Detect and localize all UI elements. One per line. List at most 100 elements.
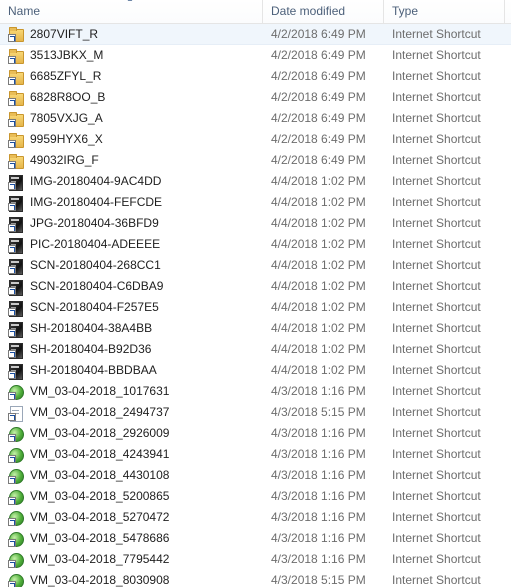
file-type-cell: Internet Shortcut bbox=[392, 237, 481, 251]
file-row[interactable]: 49032IRG_F 4/2/2018 6:49 PM Internet Short… bbox=[0, 150, 511, 171]
date-modified-cell: 4/4/2018 1:02 PM bbox=[271, 258, 366, 272]
file-name-cell[interactable]: 7805VXJG_A bbox=[0, 108, 263, 129]
file-name-cell[interactable]: 6828R8OO_B bbox=[0, 87, 263, 108]
file-name-label: IMG-20180404-9AC4DD bbox=[30, 174, 162, 188]
shortcut-arrow-icon bbox=[8, 223, 16, 232]
date-modified-cell: 4/2/2018 6:49 PM bbox=[271, 27, 366, 41]
shortcut-arrow-icon bbox=[8, 34, 16, 42]
image-shortcut-icon bbox=[8, 342, 24, 359]
column-header-date-modified[interactable]: Date modified bbox=[263, 0, 384, 23]
file-row[interactable]: VM_03-04-2018_5478686 4/3/2018 1:16 PM Int… bbox=[0, 528, 511, 549]
file-name-cell[interactable]: 2807VIFT_R bbox=[0, 24, 263, 44]
globe-shortcut-icon bbox=[8, 552, 24, 568]
file-row[interactable]: VM_03-04-2018_4243941 4/3/2018 1:16 PM Int… bbox=[0, 444, 511, 465]
file-name-cell[interactable]: SH-20180404-BBDBAA bbox=[0, 360, 263, 381]
shortcut-arrow-icon bbox=[8, 559, 16, 568]
file-row[interactable]: 6685ZFYL_R 4/2/2018 6:49 PM Internet Short… bbox=[0, 66, 511, 87]
file-row[interactable]: VM_03-04-2018_1017631 4/3/2018 1:16 PM Int… bbox=[0, 381, 511, 402]
file-name-label: 9959HYX6_X bbox=[30, 132, 103, 146]
file-row[interactable]: JPG-20180404-36BFD9 4/4/2018 1:02 PM Inter… bbox=[0, 213, 511, 234]
shortcut-arrow-icon bbox=[8, 517, 16, 526]
shortcut-arrow-icon bbox=[8, 160, 16, 169]
file-name-cell[interactable]: VM_03-04-2018_5270472 bbox=[0, 507, 263, 528]
file-row[interactable]: VM_03-04-2018_5200865 4/3/2018 1:16 PM Int… bbox=[0, 486, 511, 507]
shortcut-arrow-icon bbox=[8, 349, 16, 358]
file-row[interactable]: VM_03-04-2018_2926009 4/3/2018 1:16 PM Int… bbox=[0, 423, 511, 444]
image-shortcut-icon bbox=[8, 321, 24, 338]
file-name-cell[interactable]: PIC-20180404-ADEEEE bbox=[0, 234, 263, 255]
image-shortcut-icon bbox=[8, 174, 24, 191]
file-row[interactable]: SCN-20180404-268CC1 4/4/2018 1:02 PM Inter… bbox=[0, 255, 511, 276]
file-name-cell[interactable]: SH-20180404-B92D36 bbox=[0, 339, 263, 360]
file-row[interactable]: IMG-20180404-9AC4DD 4/4/2018 1:02 PM Inter… bbox=[0, 171, 511, 192]
date-modified-cell: 4/4/2018 1:02 PM bbox=[271, 363, 366, 377]
file-row[interactable]: VM_03-04-2018_5270472 4/3/2018 1:16 PM Int… bbox=[0, 507, 511, 528]
file-name-cell[interactable]: VM_03-04-2018_1017631 bbox=[0, 381, 263, 402]
date-modified-cell: 4/3/2018 1:16 PM bbox=[271, 384, 366, 398]
file-name-cell[interactable]: VM_03-04-2018_5478686 bbox=[0, 528, 263, 549]
shortcut-arrow-icon bbox=[8, 307, 16, 316]
file-name-label: 6685ZFYL_R bbox=[30, 69, 102, 83]
column-header-name[interactable]: ▲ Name bbox=[0, 0, 263, 23]
file-type-cell: Internet Shortcut bbox=[392, 48, 481, 62]
page-shortcut-icon bbox=[8, 405, 24, 422]
file-row[interactable]: 2807VIFT_R 4/2/2018 6:49 PM Internet Short… bbox=[0, 24, 511, 45]
file-name-label: SCN-20180404-268CC1 bbox=[30, 258, 161, 272]
image-shortcut-icon bbox=[8, 258, 24, 275]
column-header-filler bbox=[505, 0, 511, 23]
file-name-cell[interactable]: IMG-20180404-FEFCDE bbox=[0, 192, 263, 213]
shortcut-arrow-icon bbox=[8, 538, 16, 547]
file-name-cell[interactable]: IMG-20180404-9AC4DD bbox=[0, 171, 263, 192]
folder-shortcut-icon bbox=[8, 111, 24, 127]
file-name-label: SCN-20180404-F257E5 bbox=[30, 300, 159, 314]
file-name-cell[interactable]: VM_03-04-2018_8030908 bbox=[0, 570, 263, 587]
file-name-cell[interactable]: JPG-20180404-36BFD9 bbox=[0, 213, 263, 234]
file-type-cell: Internet Shortcut bbox=[392, 426, 481, 440]
file-name-cell[interactable]: VM_03-04-2018_4430108 bbox=[0, 465, 263, 486]
file-type-cell: Internet Shortcut bbox=[392, 279, 481, 293]
file-row[interactable]: VM_03-04-2018_7795442 4/3/2018 1:16 PM Int… bbox=[0, 549, 511, 570]
file-row[interactable]: SH-20180404-B92D36 4/4/2018 1:02 PM Intern… bbox=[0, 339, 511, 360]
file-row[interactable]: SCN-20180404-C6DBA9 4/4/2018 1:02 PM Inter… bbox=[0, 276, 511, 297]
date-modified-cell: 4/3/2018 1:16 PM bbox=[271, 510, 366, 524]
file-name-cell[interactable]: VM_03-04-2018_5200865 bbox=[0, 486, 263, 507]
file-name-label: 2807VIFT_R bbox=[30, 26, 99, 41]
date-modified-cell: 4/3/2018 1:16 PM bbox=[271, 489, 366, 503]
image-shortcut-icon bbox=[8, 216, 24, 233]
file-row[interactable]: 3513JBKX_M 4/2/2018 6:49 PM Internet Short… bbox=[0, 45, 511, 66]
file-type-cell: Internet Shortcut bbox=[392, 384, 481, 398]
file-row[interactable]: VM_03-04-2018_8030908 4/3/2018 5:15 PM Int… bbox=[0, 570, 511, 587]
file-name-label: VM_03-04-2018_1017631 bbox=[30, 384, 170, 398]
file-row[interactable]: SH-20180404-38A4BB 4/4/2018 1:02 PM Intern… bbox=[0, 318, 511, 339]
file-name-cell[interactable]: SCN-20180404-268CC1 bbox=[0, 255, 263, 276]
file-row[interactable]: PIC-20180404-ADEEEE 4/4/2018 1:02 PM Inter… bbox=[0, 234, 511, 255]
file-name-label: 6828R8OO_B bbox=[30, 90, 106, 104]
date-modified-cell: 4/4/2018 1:02 PM bbox=[271, 279, 366, 293]
column-header-type[interactable]: Type bbox=[384, 0, 505, 23]
file-row[interactable]: 7805VXJG_A 4/2/2018 6:49 PM Internet Short… bbox=[0, 108, 511, 129]
file-name-cell[interactable]: SH-20180404-38A4BB bbox=[0, 318, 263, 339]
file-row[interactable]: VM_03-04-2018_4430108 4/3/2018 1:16 PM Int… bbox=[0, 465, 511, 486]
date-modified-cell: 4/4/2018 1:02 PM bbox=[271, 342, 366, 356]
shortcut-arrow-icon bbox=[8, 181, 16, 190]
file-list-view: ▲ Name Date modified Type 2807VIFT_R 4/2/… bbox=[0, 0, 511, 587]
file-name-cell[interactable]: VM_03-04-2018_2926009 bbox=[0, 423, 263, 444]
file-name-cell[interactable]: SCN-20180404-F257E5 bbox=[0, 297, 263, 318]
file-row[interactable]: IMG-20180404-FEFCDE 4/4/2018 1:02 PM Inter… bbox=[0, 192, 511, 213]
file-row[interactable]: SCN-20180404-F257E5 4/4/2018 1:02 PM Inter… bbox=[0, 297, 511, 318]
file-name-cell[interactable]: VM_03-04-2018_2494737 bbox=[0, 402, 263, 423]
shortcut-arrow-icon bbox=[8, 139, 16, 148]
date-modified-cell: 4/2/2018 6:49 PM bbox=[271, 111, 366, 125]
date-modified-cell: 4/4/2018 1:02 PM bbox=[271, 300, 366, 314]
file-name-cell[interactable]: 3513JBKX_M bbox=[0, 45, 263, 66]
file-row[interactable]: 6828R8OO_B 4/2/2018 6:49 PM Internet Short… bbox=[0, 87, 511, 108]
file-name-cell[interactable]: VM_03-04-2018_7795442 bbox=[0, 549, 263, 570]
file-name-cell[interactable]: VM_03-04-2018_4243941 bbox=[0, 444, 263, 465]
file-name-cell[interactable]: SCN-20180404-C6DBA9 bbox=[0, 276, 263, 297]
file-name-cell[interactable]: 6685ZFYL_R bbox=[0, 66, 263, 87]
file-row[interactable]: VM_03-04-2018_2494737 4/3/2018 5:15 PM Int… bbox=[0, 402, 511, 423]
file-name-cell[interactable]: 9959HYX6_X bbox=[0, 129, 263, 150]
file-name-cell[interactable]: 49032IRG_F bbox=[0, 150, 263, 171]
file-row[interactable]: SH-20180404-BBDBAA 4/4/2018 1:02 PM Intern… bbox=[0, 360, 511, 381]
file-row[interactable]: 9959HYX6_X 4/2/2018 6:49 PM Internet Short… bbox=[0, 129, 511, 150]
